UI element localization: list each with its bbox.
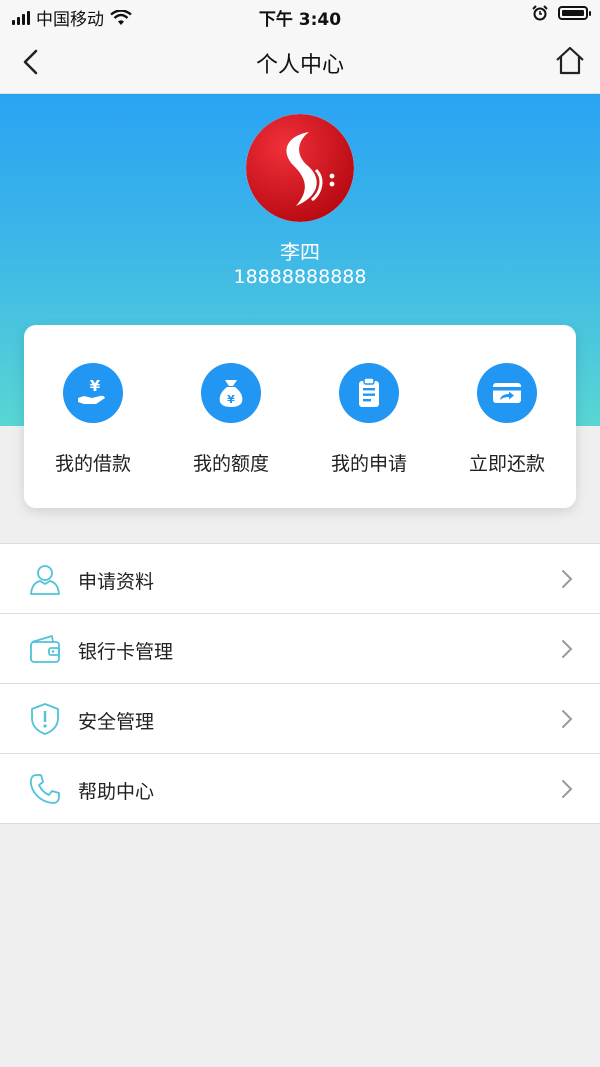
quick-action-repay-now[interactable]: 立即还款 [438,325,576,508]
quick-action-my-loans[interactable]: ¥ 我的借款 [24,325,162,508]
brand-logo-icon [246,114,354,222]
settings-menu: 申请资料 银行卡管理 安全管理 帮助中心 [0,543,600,824]
wallet-icon [30,635,60,663]
user-name: 李四 [280,240,320,264]
phone-icon [29,774,60,804]
money-bag-icon: ¥ [201,363,261,423]
nav-bar: 个人中心 [0,30,600,94]
clock: 下午 3:40 [258,10,342,30]
avatar[interactable] [246,114,354,222]
menu-item-label: 帮助中心 [78,781,155,803]
quick-action-my-applications[interactable]: 我的申请 [300,325,438,508]
svg-text:¥: ¥ [227,393,235,406]
chevron-right-icon [562,640,573,658]
menu-item-bank-card[interactable]: 银行卡管理 [0,614,600,684]
shield-icon [31,703,59,735]
menu-item-label: 申请资料 [78,571,155,593]
menu-item-label: 安全管理 [78,711,155,733]
quick-action-label: 我的额度 [192,453,269,475]
quick-actions-card: ¥ 我的借款 ¥ 我的额度 我的申请 立即还款 [24,325,576,508]
card-repay-icon [477,363,537,423]
quick-action-label: 立即还款 [468,453,545,475]
user-icon [30,565,60,595]
quick-action-label: 我的借款 [54,453,131,475]
clipboard-icon [339,363,399,423]
chevron-right-icon [562,570,573,588]
alarm-icon [532,5,548,21]
menu-item-label: 银行卡管理 [78,641,174,663]
menu-item-security[interactable]: 安全管理 [0,684,600,754]
chevron-right-icon [562,710,573,728]
menu-item-help-center[interactable]: 帮助中心 [0,754,600,824]
page-title: 个人中心 [255,53,344,78]
yen-hand-icon: ¥ [63,363,123,423]
status-bar: 中国移动 下午 3:40 [0,0,600,30]
home-icon[interactable] [554,45,586,77]
battery-icon [558,6,591,20]
quick-action-label: 我的申请 [330,453,407,475]
svg-text:¥: ¥ [90,377,101,395]
chevron-right-icon [562,780,573,798]
user-phone: 18888888888 [233,266,367,288]
menu-item-application-info[interactable]: 申请资料 [0,544,600,614]
quick-action-my-credit[interactable]: ¥ 我的额度 [162,325,300,508]
